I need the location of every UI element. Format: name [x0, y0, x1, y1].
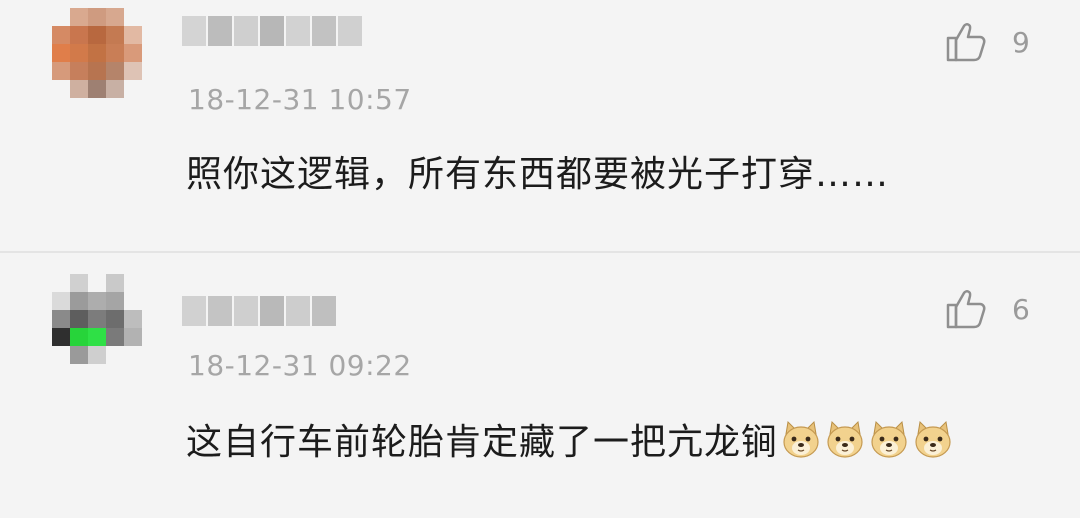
comment-timestamp: 18-12-31 10:57 [188, 83, 412, 116]
emoji-group [780, 418, 956, 460]
thumbs-up-icon [946, 23, 986, 62]
like-button[interactable]: 9 [942, 18, 1062, 66]
thumbs-up-icon [946, 290, 986, 329]
doge-emoji [827, 420, 863, 458]
user-avatar[interactable] [52, 8, 148, 104]
username-redacted[interactable] [182, 288, 362, 332]
like-count: 9 [1012, 25, 1030, 59]
comment-text: 这自行车前轮胎肯定藏了一把亢龙锏 [186, 422, 779, 463]
doge-emoji [783, 420, 819, 458]
like-count: 6 [1012, 292, 1030, 326]
username-redacted[interactable] [182, 8, 412, 52]
comment-timestamp: 18-12-31 09:22 [188, 349, 412, 382]
comment-text-container: 这自行车前轮胎肯定藏了一把亢龙锏 [186, 413, 956, 465]
like-button[interactable]: 6 [942, 285, 1062, 333]
comment-text: 照你这逻辑，所有东西都要被光子打穿…… [186, 154, 890, 195]
doge-emoji [871, 420, 907, 458]
user-avatar[interactable] [52, 274, 148, 370]
comment-item[interactable]: 18-12-31 09:22 6 这自行车前轮胎肯定藏了一把亢龙锏 [0, 253, 1080, 518]
doge-emoji [915, 420, 951, 458]
comment-item[interactable]: 18-12-31 10:57 9 照你这逻辑，所有东西都要被光子打穿…… [0, 0, 1080, 252]
